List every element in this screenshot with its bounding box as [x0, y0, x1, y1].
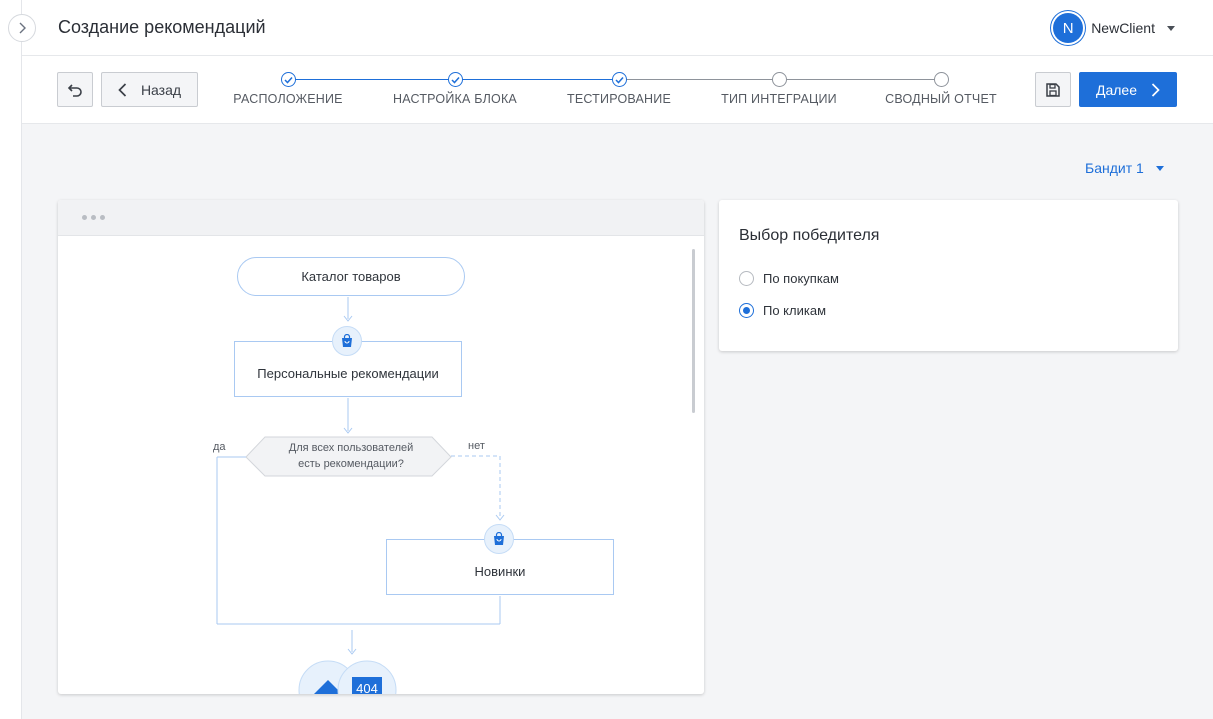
check-icon	[280, 72, 296, 87]
step-label: НАСТРОЙКА БЛОКА	[393, 92, 517, 106]
radio-by-purchases[interactable]: По покупкам	[739, 271, 839, 286]
step-label: РАСПОЛОЖЕНИЕ	[233, 92, 343, 106]
user-menu[interactable]: N NewClient	[1053, 13, 1175, 43]
branch-yes-label: да	[213, 441, 226, 453]
condition-text[interactable]: Для всех пользователей есть рекомендации…	[255, 440, 447, 472]
step-integration-type[interactable]: ТИП ИНТЕГРАЦИИ	[699, 72, 859, 106]
check-icon	[447, 72, 463, 87]
undo-icon	[67, 83, 82, 97]
top-bar: Создание рекомендаций N NewClient	[22, 0, 1213, 56]
sidebar-toggle-chevron-right-icon[interactable]	[8, 14, 36, 42]
step-label: ТИП ИНТЕГРАЦИИ	[721, 92, 837, 106]
winner-title: Выбор победителя	[739, 227, 880, 244]
step-location[interactable]: РАСПОЛОЖЕНИЕ	[208, 72, 368, 106]
radio-label: По покупкам	[763, 271, 839, 286]
next-button[interactable]: Далее	[1079, 72, 1177, 107]
radio-button[interactable]	[739, 303, 754, 318]
step-circle-icon	[771, 72, 787, 87]
undo-button[interactable]	[57, 72, 93, 107]
shopping-bag-icon	[484, 524, 514, 554]
radio-button[interactable]	[739, 271, 754, 286]
wizard-bar: Назад РАСПОЛОЖЕНИЕ НАСТРОЙКА БЛОКА ТЕСТИ…	[22, 56, 1213, 124]
next-button-label: Далее	[1095, 81, 1137, 98]
user-name: NewClient	[1091, 20, 1155, 36]
chevron-left-icon	[118, 82, 127, 97]
chevron-down-icon	[1155, 165, 1164, 171]
error-404-label: 404	[356, 681, 378, 694]
step-circle-icon	[933, 72, 949, 87]
chevron-down-icon	[1167, 25, 1175, 31]
save-button[interactable]	[1035, 72, 1071, 107]
branch-no-label: нет	[468, 440, 485, 452]
winner-selection-card: Выбор победителя По покупкам По кликам	[719, 200, 1178, 351]
condition-line-1: Для всех пользователей	[288, 442, 414, 454]
check-icon	[611, 72, 627, 87]
radio-by-clicks[interactable]: По кликам	[739, 303, 826, 318]
flow-node-catalog[interactable]: Каталог товаров	[237, 257, 465, 296]
flow-preview-card: 404 Каталог товаров Персональные рекомен…	[58, 200, 704, 694]
step-block-settings[interactable]: НАСТРОЙКА БЛОКА	[375, 72, 535, 106]
chevron-right-icon	[1151, 82, 1160, 97]
page-title: Создание рекомендаций	[58, 17, 266, 37]
radio-label: По кликам	[763, 303, 827, 318]
step-testing[interactable]: ТЕСТИРОВАНИЕ	[539, 72, 699, 106]
floppy-disk-icon	[1046, 82, 1060, 97]
variant-selected: Бандит 1	[1085, 160, 1144, 176]
condition-line-2: есть рекомендации?	[298, 458, 404, 470]
step-label: ТЕСТИРОВАНИЕ	[567, 92, 671, 106]
avatar: N	[1053, 13, 1084, 43]
back-button[interactable]: Назад	[101, 72, 198, 107]
shopping-bag-icon	[332, 326, 362, 356]
step-label: СВОДНЫЙ ОТЧЕТ	[885, 92, 997, 106]
left-rail	[0, 0, 22, 719]
back-button-label: Назад	[140, 81, 182, 98]
variant-dropdown[interactable]: Бандит 1	[1085, 160, 1164, 176]
step-summary[interactable]: СВОДНЫЙ ОТЧЕТ	[861, 72, 1021, 106]
